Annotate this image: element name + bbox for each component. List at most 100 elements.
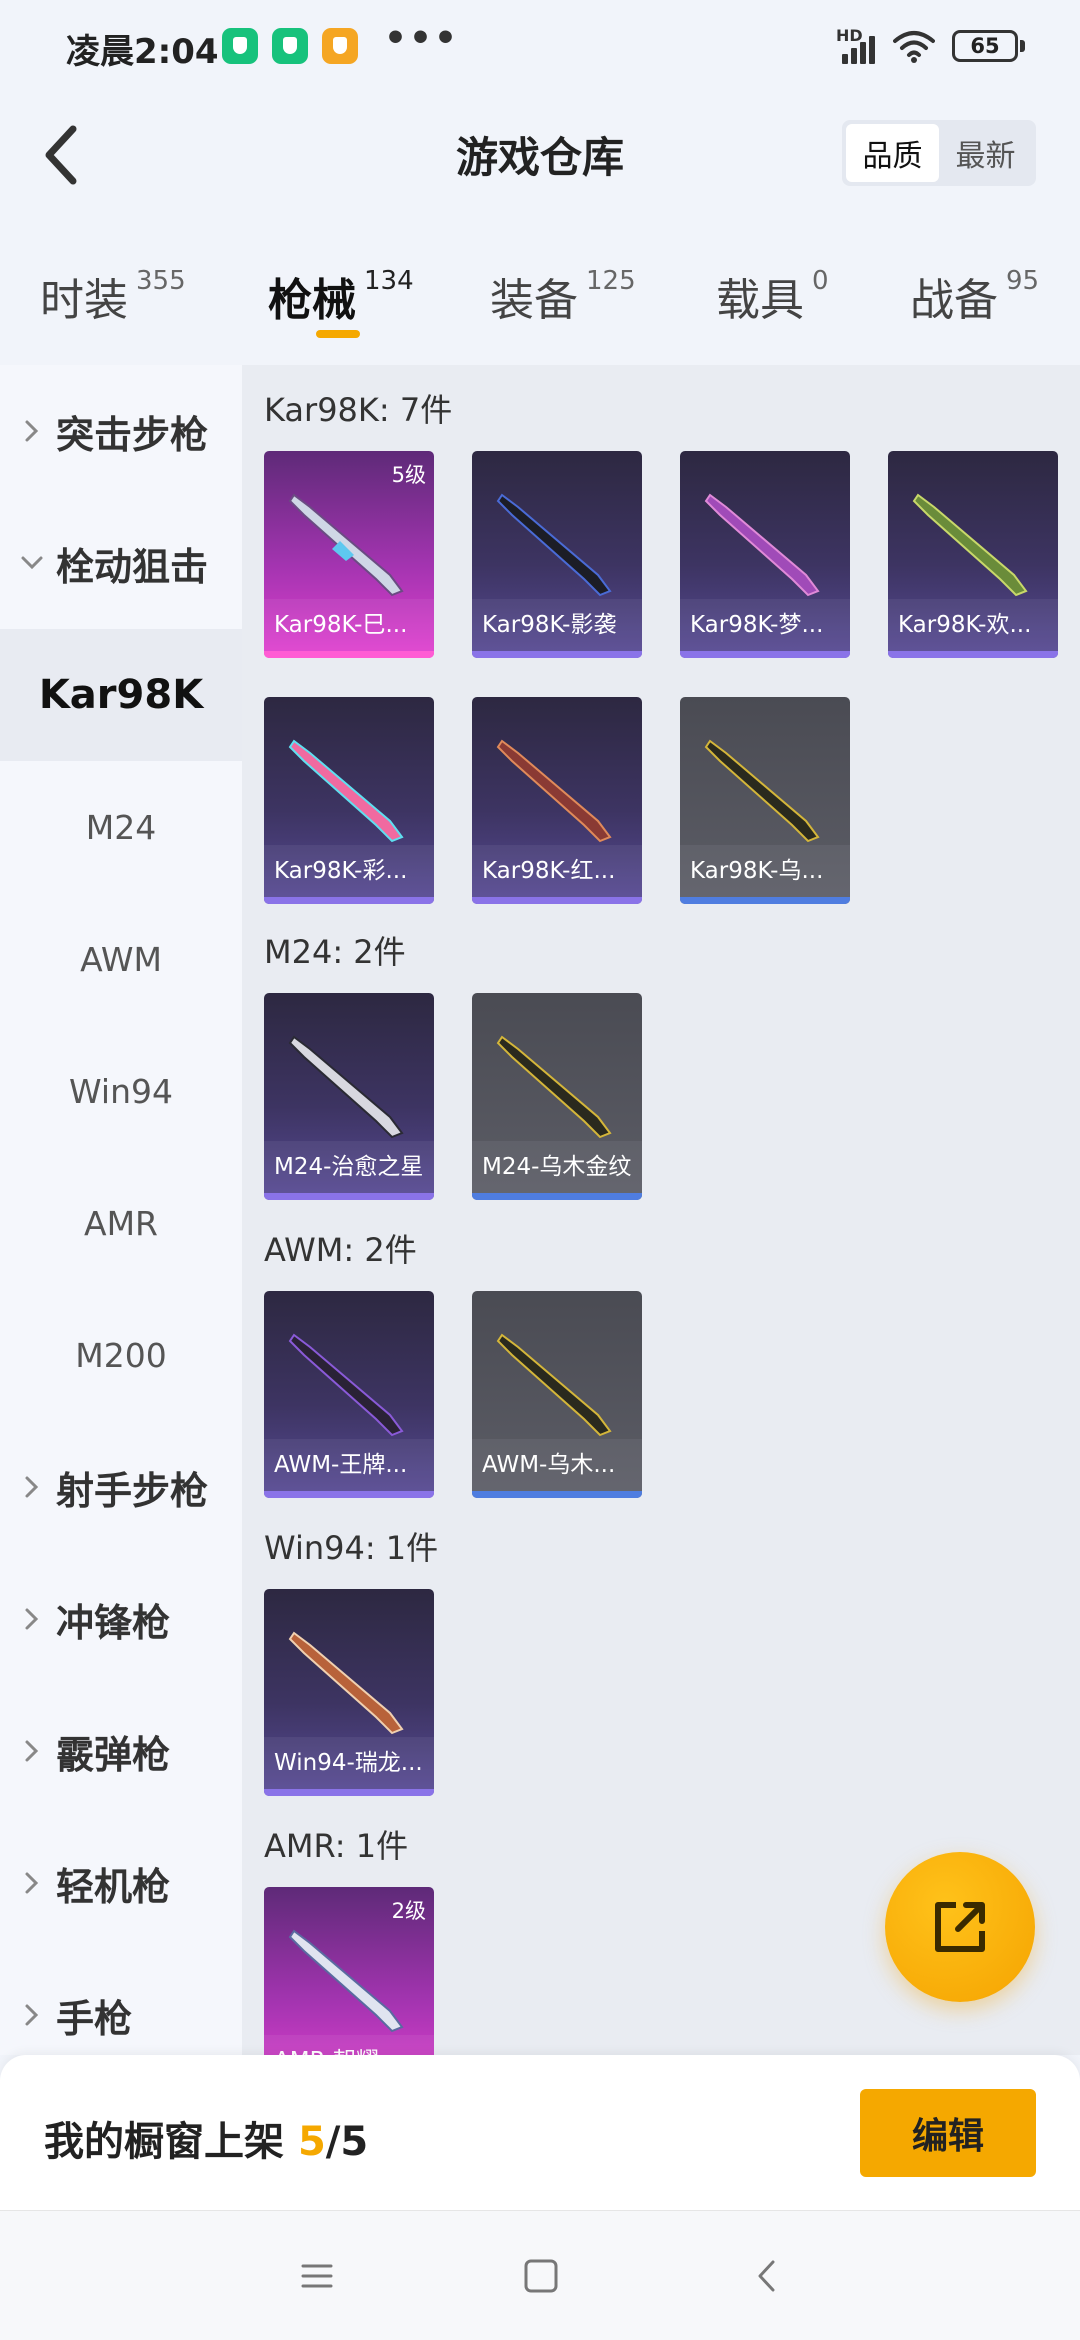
item-label: Kar98K-欢...	[888, 599, 1058, 651]
sidebar-label: 轻机枪	[56, 1864, 171, 1909]
wifi-icon	[893, 31, 935, 63]
home-button[interactable]	[516, 2251, 566, 2301]
battery-indicator: 65	[952, 30, 1025, 62]
item-label: AMR-朝耀	[264, 2035, 434, 2055]
sidebar-item-m200[interactable]: M200	[0, 1289, 242, 1421]
sort-quality-button[interactable]: 品质	[846, 124, 939, 182]
item-card[interactable]: 5级 Kar98K-巳...	[264, 451, 434, 658]
sidebar-item-win94[interactable]: Win94	[0, 1025, 242, 1157]
rarity-bar	[680, 651, 850, 658]
showcase-status: 我的橱窗上架 5/5	[44, 2109, 368, 2167]
sidebar-item-amr[interactable]: AMR	[0, 1157, 242, 1289]
item-card[interactable]: Kar98K-彩...	[264, 697, 434, 904]
section-title: AMR: 1件	[264, 1827, 409, 1865]
rifle-skin-icon	[912, 493, 1028, 597]
sidebar-item-awm[interactable]: AWM	[0, 893, 242, 1025]
more-notifications-icon: •••	[384, 18, 460, 59]
sidebar-label: 霰弹枪	[56, 1732, 171, 1777]
sidebar-label: AWM	[80, 939, 162, 979]
active-tab-indicator	[316, 330, 360, 338]
header: 游戏仓库 品质 最新	[0, 90, 1080, 220]
menu-button[interactable]	[292, 2251, 342, 2301]
tab-fashion[interactable]: 时装 355	[40, 264, 186, 328]
tab-vehicles[interactable]: 载具 0	[716, 264, 829, 328]
sidebar-label: AMR	[84, 1203, 158, 1243]
item-card[interactable]: Kar98K-梦...	[680, 451, 850, 658]
sidebar-label: M200	[75, 1335, 167, 1375]
item-card[interactable]: 2级 AMR-朝耀	[264, 1887, 434, 2055]
item-card[interactable]: Kar98K-欢...	[888, 451, 1058, 658]
tab-count: 355	[136, 266, 186, 296]
status-bar: 凌晨2:04 ••• HD 65	[0, 0, 1080, 90]
item-label: Win94-瑞龙...	[264, 1737, 434, 1789]
item-card[interactable]: Kar98K-影袭	[472, 451, 642, 658]
item-label: M24-乌木金纹	[472, 1141, 642, 1193]
weapon-category-sidebar: 突击步枪 栓动狙击 Kar98K M24 AWM Win94 AMR M200 …	[0, 365, 242, 2055]
section-title: Kar98K: 7件	[264, 391, 453, 429]
level-badge: 2级	[391, 1899, 426, 1923]
sidebar-label: Win94	[69, 1071, 173, 1111]
sidebar-group-marksman-rifle[interactable]: 射手步枪	[0, 1421, 242, 1553]
item-label: Kar98K-红...	[472, 845, 642, 897]
sidebar-group-shotgun[interactable]: 霰弹枪	[0, 1685, 242, 1817]
rarity-bar	[888, 651, 1058, 658]
sidebar-group-pistol[interactable]: 手枪	[0, 1949, 242, 2055]
sort-newest-button[interactable]: 最新	[939, 124, 1032, 182]
share-button[interactable]	[885, 1852, 1035, 2002]
item-card[interactable]: Kar98K-乌...	[680, 697, 850, 904]
tab-supplies[interactable]: 战备 95	[910, 264, 1039, 328]
sidebar-label: Kar98K	[38, 672, 204, 718]
showcase-total: /5	[325, 2119, 369, 2165]
item-card[interactable]: AWM-乌木...	[472, 1291, 642, 1498]
tab-guns[interactable]: 枪械 134	[268, 264, 414, 328]
item-card[interactable]: Kar98K-红...	[472, 697, 642, 904]
rarity-bar	[472, 1193, 642, 1200]
sidebar-item-m24[interactable]: M24	[0, 761, 242, 893]
rifle-skin-icon	[496, 739, 612, 843]
sidebar-group-lmg[interactable]: 轻机枪	[0, 1817, 242, 1949]
rarity-bar	[264, 1193, 434, 1200]
item-card[interactable]: M24-乌木金纹	[472, 993, 642, 1200]
item-label: AWM-王牌...	[264, 1439, 434, 1491]
rarity-bar	[680, 897, 850, 904]
tab-label: 时装	[40, 275, 128, 326]
sidebar-group-smg[interactable]: 冲锋枪	[0, 1553, 242, 1685]
rifle-skin-icon	[496, 1035, 612, 1139]
back-triangle-icon	[758, 2260, 775, 2292]
edit-button[interactable]: 编辑	[860, 2089, 1036, 2177]
tab-count: 134	[364, 266, 414, 296]
rifle-skin-icon	[704, 739, 820, 843]
rifle-skin-icon	[288, 1333, 404, 1437]
system-nav-bar	[0, 2210, 1080, 2340]
item-label: Kar98K-彩...	[264, 845, 434, 897]
rarity-bar	[264, 897, 434, 904]
tab-label: 枪械	[268, 275, 356, 326]
rarity-bar	[264, 651, 434, 658]
sidebar-item-kar98k[interactable]: Kar98K	[0, 629, 242, 761]
rifle-skin-icon	[288, 1929, 404, 2033]
sidebar-label: 冲锋枪	[56, 1600, 171, 1645]
chevron-right-icon	[25, 1476, 39, 1498]
showcase-panel: 我的橱窗上架 5/5 编辑	[0, 2055, 1080, 2210]
rifle-skin-icon	[496, 1333, 612, 1437]
item-card[interactable]: AWM-王牌...	[264, 1291, 434, 1498]
nav-back-button[interactable]	[742, 2251, 792, 2301]
sidebar-group-assault-rifle[interactable]: 突击步枪	[0, 365, 242, 497]
showcase-count: 5	[297, 2119, 326, 2165]
signal-icon	[842, 30, 882, 64]
rifle-skin-icon	[704, 493, 820, 597]
sidebar-label: M24	[85, 807, 157, 847]
section-title: AWM: 2件	[264, 1231, 417, 1269]
sidebar-label: 射手步枪	[56, 1468, 209, 1513]
inventory-grid: Kar98K: 7件 5级 Kar98K-巳... Kar98K-影袭 Kar9…	[242, 365, 1080, 2055]
shield-app-icon	[222, 28, 258, 64]
level-badge: 5级	[391, 463, 426, 487]
sidebar-group-bolt-sniper[interactable]: 栓动狙击	[0, 497, 242, 629]
item-card[interactable]: Win94-瑞龙...	[264, 1589, 434, 1796]
tab-equipment[interactable]: 装备 125	[490, 264, 636, 328]
section-title: M24: 2件	[264, 933, 406, 971]
item-label: M24-治愈之星	[264, 1141, 434, 1193]
tab-count: 0	[812, 266, 829, 296]
tab-label: 战备	[910, 275, 998, 326]
item-card[interactable]: M24-治愈之星	[264, 993, 434, 1200]
